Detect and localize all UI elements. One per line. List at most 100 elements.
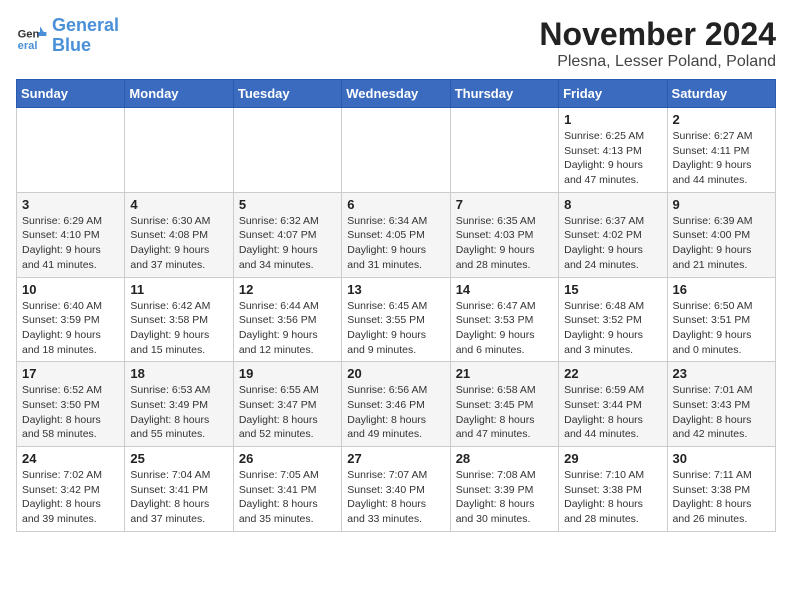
day-cell: 19 Sunrise: 6:55 AM Sunset: 3:47 PM Dayli… [233,362,341,447]
week-row-1: 1 Sunrise: 6:25 AM Sunset: 4:13 PM Daylig… [17,108,776,193]
day-number: 25 [130,451,227,466]
day-info: Sunrise: 6:35 AM Sunset: 4:03 PM Dayligh… [456,214,553,273]
main-title: November 2024 [539,16,776,53]
day-number: 10 [22,282,119,297]
day-info: Sunrise: 6:34 AM Sunset: 4:05 PM Dayligh… [347,214,444,273]
day-cell: 9 Sunrise: 6:39 AM Sunset: 4:00 PM Daylig… [667,192,775,277]
day-info: Sunrise: 6:52 AM Sunset: 3:50 PM Dayligh… [22,383,119,442]
day-number: 30 [673,451,770,466]
day-cell [233,108,341,193]
day-cell: 1 Sunrise: 6:25 AM Sunset: 4:13 PM Daylig… [559,108,667,193]
header-cell-sunday: Sunday [17,80,125,108]
header-cell-friday: Friday [559,80,667,108]
day-number: 12 [239,282,336,297]
day-cell [17,108,125,193]
day-info: Sunrise: 6:48 AM Sunset: 3:52 PM Dayligh… [564,299,661,358]
day-number: 22 [564,366,661,381]
day-cell: 7 Sunrise: 6:35 AM Sunset: 4:03 PM Daylig… [450,192,558,277]
day-number: 18 [130,366,227,381]
day-info: Sunrise: 6:39 AM Sunset: 4:00 PM Dayligh… [673,214,770,273]
header: Gen eral GeneralBlue November 2024 Plesn… [16,16,776,71]
day-cell: 5 Sunrise: 6:32 AM Sunset: 4:07 PM Daylig… [233,192,341,277]
day-number: 1 [564,112,661,127]
day-number: 28 [456,451,553,466]
day-cell: 6 Sunrise: 6:34 AM Sunset: 4:05 PM Daylig… [342,192,450,277]
day-cell: 3 Sunrise: 6:29 AM Sunset: 4:10 PM Daylig… [17,192,125,277]
day-info: Sunrise: 7:02 AM Sunset: 3:42 PM Dayligh… [22,468,119,527]
day-cell: 25 Sunrise: 7:04 AM Sunset: 3:41 PM Dayli… [125,447,233,532]
day-info: Sunrise: 6:42 AM Sunset: 3:58 PM Dayligh… [130,299,227,358]
day-cell [125,108,233,193]
calendar-header: SundayMondayTuesdayWednesdayThursdayFrid… [17,80,776,108]
day-cell: 10 Sunrise: 6:40 AM Sunset: 3:59 PM Dayli… [17,277,125,362]
day-number: 13 [347,282,444,297]
day-number: 2 [673,112,770,127]
day-info: Sunrise: 7:01 AM Sunset: 3:43 PM Dayligh… [673,383,770,442]
header-row: SundayMondayTuesdayWednesdayThursdayFrid… [17,80,776,108]
day-number: 6 [347,197,444,212]
day-info: Sunrise: 6:32 AM Sunset: 4:07 PM Dayligh… [239,214,336,273]
header-cell-tuesday: Tuesday [233,80,341,108]
day-info: Sunrise: 6:45 AM Sunset: 3:55 PM Dayligh… [347,299,444,358]
day-info: Sunrise: 6:56 AM Sunset: 3:46 PM Dayligh… [347,383,444,442]
day-info: Sunrise: 7:05 AM Sunset: 3:41 PM Dayligh… [239,468,336,527]
day-cell: 4 Sunrise: 6:30 AM Sunset: 4:08 PM Daylig… [125,192,233,277]
day-cell [450,108,558,193]
day-number: 5 [239,197,336,212]
logo-text: GeneralBlue [52,16,119,56]
day-cell: 18Sunrise: 6:53 AM Sunset: 3:49 PM Dayli… [125,362,233,447]
week-row-4: 17 Sunrise: 6:52 AM Sunset: 3:50 PM Dayli… [17,362,776,447]
svg-text:eral: eral [18,40,38,52]
day-number: 23 [673,366,770,381]
svg-text:Gen: Gen [18,28,40,40]
header-cell-monday: Monday [125,80,233,108]
day-cell: 22 Sunrise: 6:59 AM Sunset: 3:44 PM Dayli… [559,362,667,447]
day-cell: 23 Sunrise: 7:01 AM Sunset: 3:43 PM Dayli… [667,362,775,447]
day-number: 3 [22,197,119,212]
day-info: Sunrise: 6:40 AM Sunset: 3:59 PM Dayligh… [22,299,119,358]
day-cell: 28 Sunrise: 7:08 AM Sunset: 3:39 PM Dayli… [450,447,558,532]
day-cell: 14Sunrise: 6:47 AM Sunset: 3:53 PM Dayli… [450,277,558,362]
day-info: Sunrise: 7:04 AM Sunset: 3:41 PM Dayligh… [130,468,227,527]
day-number: 19 [239,366,336,381]
day-info: Sunrise: 6:55 AM Sunset: 3:47 PM Dayligh… [239,383,336,442]
day-info: Sunrise: 7:11 AM Sunset: 3:38 PM Dayligh… [673,468,770,527]
day-cell: 26Sunrise: 7:05 AM Sunset: 3:41 PM Dayli… [233,447,341,532]
day-cell: 20 Sunrise: 6:56 AM Sunset: 3:46 PM Dayli… [342,362,450,447]
day-cell: 30 Sunrise: 7:11 AM Sunset: 3:38 PM Dayli… [667,447,775,532]
day-number: 27 [347,451,444,466]
day-cell: 15 Sunrise: 6:48 AM Sunset: 3:52 PM Dayli… [559,277,667,362]
day-number: 21 [456,366,553,381]
day-cell: 2 Sunrise: 6:27 AM Sunset: 4:11 PM Daylig… [667,108,775,193]
header-cell-wednesday: Wednesday [342,80,450,108]
day-number: 24 [22,451,119,466]
day-info: Sunrise: 6:25 AM Sunset: 4:13 PM Dayligh… [564,129,661,188]
day-number: 20 [347,366,444,381]
day-info: Sunrise: 6:50 AM Sunset: 3:51 PM Dayligh… [673,299,770,358]
header-cell-thursday: Thursday [450,80,558,108]
day-cell: 21Sunrise: 6:58 AM Sunset: 3:45 PM Dayli… [450,362,558,447]
week-row-3: 10 Sunrise: 6:40 AM Sunset: 3:59 PM Dayli… [17,277,776,362]
day-number: 7 [456,197,553,212]
day-cell: 17 Sunrise: 6:52 AM Sunset: 3:50 PM Dayli… [17,362,125,447]
day-cell: 12Sunrise: 6:44 AM Sunset: 3:56 PM Dayli… [233,277,341,362]
day-info: Sunrise: 6:29 AM Sunset: 4:10 PM Dayligh… [22,214,119,273]
day-cell: 16Sunrise: 6:50 AM Sunset: 3:51 PM Dayli… [667,277,775,362]
day-info: Sunrise: 7:08 AM Sunset: 3:39 PM Dayligh… [456,468,553,527]
day-cell: 27Sunrise: 7:07 AM Sunset: 3:40 PM Dayli… [342,447,450,532]
day-info: Sunrise: 6:59 AM Sunset: 3:44 PM Dayligh… [564,383,661,442]
day-number: 17 [22,366,119,381]
day-number: 9 [673,197,770,212]
subtitle: Plesna, Lesser Poland, Poland [539,53,776,71]
day-number: 4 [130,197,227,212]
day-number: 15 [564,282,661,297]
day-cell: 8Sunrise: 6:37 AM Sunset: 4:02 PM Daylig… [559,192,667,277]
logo: Gen eral GeneralBlue [16,16,119,56]
day-cell: 29Sunrise: 7:10 AM Sunset: 3:38 PM Dayli… [559,447,667,532]
day-number: 14 [456,282,553,297]
day-number: 8 [564,197,661,212]
day-cell: 11Sunrise: 6:42 AM Sunset: 3:58 PM Dayli… [125,277,233,362]
day-cell: 13 Sunrise: 6:45 AM Sunset: 3:55 PM Dayli… [342,277,450,362]
day-info: Sunrise: 6:27 AM Sunset: 4:11 PM Dayligh… [673,129,770,188]
day-info: Sunrise: 6:30 AM Sunset: 4:08 PM Dayligh… [130,214,227,273]
